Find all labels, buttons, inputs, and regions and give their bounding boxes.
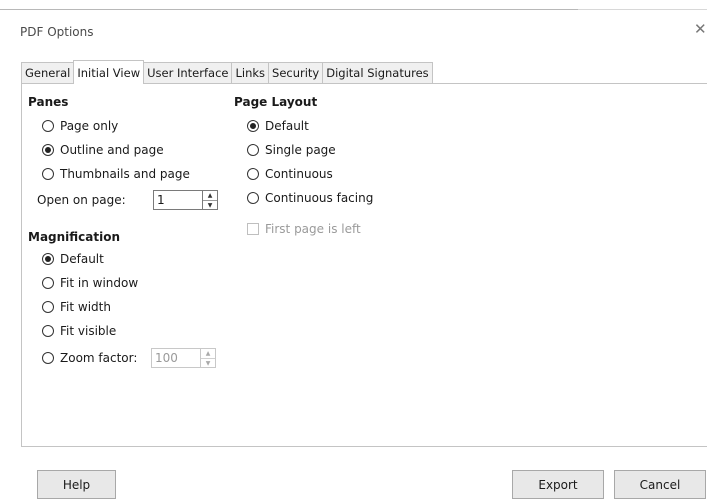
dialog-title: PDF Options bbox=[20, 25, 94, 39]
radio-label: Continuous bbox=[265, 167, 333, 181]
radio-button[interactable] bbox=[42, 120, 54, 132]
radio-button[interactable] bbox=[42, 168, 54, 180]
radio-label: Fit visible bbox=[60, 324, 117, 338]
panes-heading: Panes bbox=[28, 95, 69, 109]
radio-button[interactable] bbox=[42, 253, 54, 265]
open-on-page-spinner[interactable]: 1 ▲ ▼ bbox=[153, 190, 218, 210]
radio-thumbnails-and-page[interactable]: Thumbnails and page bbox=[42, 165, 190, 183]
radio-label: Fit width bbox=[60, 300, 111, 314]
spinner-down-icon: ▼ bbox=[201, 358, 215, 368]
spinner-buttons: ▲ ▼ bbox=[201, 348, 216, 368]
checkbox-first-page-left: First page is left bbox=[247, 220, 361, 238]
window-top-border-right bbox=[578, 9, 707, 10]
radio-fit-in-window[interactable]: Fit in window bbox=[42, 274, 138, 292]
radio-label: Single page bbox=[265, 143, 336, 157]
radio-button[interactable] bbox=[247, 168, 259, 180]
help-button[interactable]: Help bbox=[37, 470, 116, 499]
radio-zoom-factor[interactable]: Zoom factor: bbox=[42, 349, 137, 367]
radio-label: Default bbox=[265, 119, 309, 133]
radio-label: Zoom factor: bbox=[60, 351, 138, 365]
radio-label: Continuous facing bbox=[265, 191, 374, 205]
radio-fit-width[interactable]: Fit width bbox=[42, 298, 111, 316]
tab-links[interactable]: Links bbox=[231, 62, 270, 84]
open-on-page-input[interactable]: 1 bbox=[153, 190, 203, 210]
spinner-buttons[interactable]: ▲ ▼ bbox=[203, 190, 218, 210]
tab-general[interactable]: General bbox=[21, 62, 75, 84]
radio-label: Page only bbox=[60, 119, 119, 133]
radio-button[interactable] bbox=[42, 325, 54, 337]
radio-page-only[interactable]: Page only bbox=[42, 117, 118, 135]
page-layout-heading: Page Layout bbox=[234, 95, 318, 109]
radio-outline-and-page[interactable]: Outline and page bbox=[42, 141, 164, 159]
radio-button[interactable] bbox=[247, 192, 259, 204]
radio-button[interactable] bbox=[42, 144, 54, 156]
spinner-up-icon: ▲ bbox=[205, 350, 211, 357]
export-button[interactable]: Export bbox=[512, 470, 604, 499]
zoom-factor-spinner: 100 ▲ ▼ bbox=[151, 348, 216, 368]
radio-button[interactable] bbox=[42, 277, 54, 289]
radio-label: Outline and page bbox=[60, 143, 164, 157]
open-on-page-label: Open on page: bbox=[37, 193, 126, 207]
radio-label: Fit in window bbox=[60, 276, 139, 290]
radio-button[interactable] bbox=[42, 301, 54, 313]
close-icon[interactable]: ✕ bbox=[694, 20, 707, 38]
radio-layout-default[interactable]: Default bbox=[247, 117, 309, 135]
tab-initial-view[interactable]: Initial View bbox=[73, 60, 145, 84]
radio-fit-visible[interactable]: Fit visible bbox=[42, 322, 116, 340]
magnification-heading: Magnification bbox=[28, 230, 121, 244]
zoom-factor-input: 100 bbox=[151, 348, 201, 368]
checkbox bbox=[247, 223, 259, 235]
radio-button[interactable] bbox=[247, 144, 259, 156]
radio-button[interactable] bbox=[247, 120, 259, 132]
radio-mag-default[interactable]: Default bbox=[42, 250, 104, 268]
tab-panel-initial-view: Panes Page only Outline and page Thumbna… bbox=[21, 83, 707, 447]
cancel-button[interactable]: Cancel bbox=[614, 470, 706, 499]
tab-bar: General Initial View User Interface Link… bbox=[21, 60, 433, 84]
radio-continuous[interactable]: Continuous bbox=[247, 165, 333, 183]
radio-label: Thumbnails and page bbox=[60, 167, 190, 181]
radio-single-page[interactable]: Single page bbox=[247, 141, 336, 159]
spinner-up-icon[interactable]: ▲ bbox=[203, 191, 217, 200]
radio-button[interactable] bbox=[42, 352, 54, 364]
radio-label: Default bbox=[60, 252, 104, 266]
tab-security[interactable]: Security bbox=[268, 62, 324, 84]
checkbox-label: First page is left bbox=[265, 222, 361, 236]
tab-user-interface[interactable]: User Interface bbox=[143, 62, 233, 84]
radio-continuous-facing[interactable]: Continuous facing bbox=[247, 189, 373, 207]
spinner-down-icon[interactable]: ▼ bbox=[203, 200, 217, 210]
tab-digital-signatures[interactable]: Digital Signatures bbox=[322, 62, 433, 84]
